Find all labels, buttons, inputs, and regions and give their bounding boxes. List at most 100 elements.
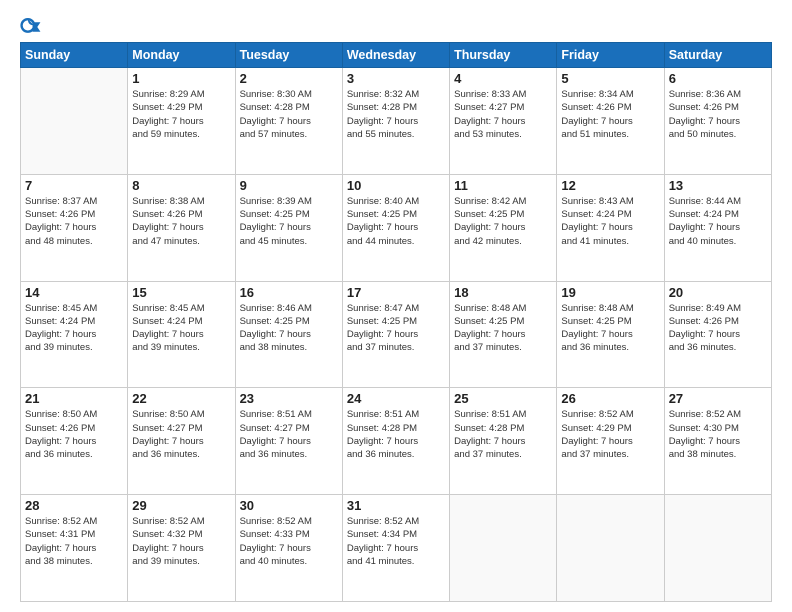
calendar-cell: 6 Sunrise: 8:36 AM Sunset: 4:26 PM Daylig… (664, 68, 771, 175)
calendar-cell: 13Sunrise: 8:44 AM Sunset: 4:24 PM Dayli… (664, 174, 771, 281)
calendar-cell: 10 Sunrise: 8:40 AM Sunset: 4:25 PM Dayli… (342, 174, 449, 281)
day-info: Sunrise: 8:48 AM Sunset: 4:25 PM Dayligh… (561, 302, 659, 355)
weekday-header-friday: Friday (557, 43, 664, 68)
day-number: 13 (669, 178, 767, 193)
calendar-cell: 2 Sunrise: 8:30 AM Sunset: 4:28 PM Daylig… (235, 68, 342, 175)
weekday-header-tuesday: Tuesday (235, 43, 342, 68)
day-info: Sunrise: 8:45 AM Sunset: 4:24 PM Dayligh… (25, 302, 123, 355)
calendar-cell: 14 Sunrise: 8:45 AM Sunset: 4:24 PM Dayli… (21, 281, 128, 388)
day-info: Sunrise: 8:51 AM Sunset: 4:27 PM Dayligh… (240, 408, 338, 461)
day-info: Sunrise: 8:30 AM Sunset: 4:28 PM Dayligh… (240, 88, 338, 141)
weekday-header-wednesday: Wednesday (342, 43, 449, 68)
calendar-cell: 27 Sunrise: 8:52 AM Sunset: 4:30 PM Dayli… (664, 388, 771, 495)
day-number: 1 (132, 71, 230, 86)
day-number: 18 (454, 285, 552, 300)
header (20, 16, 772, 38)
day-number: 2 (240, 71, 338, 86)
calendar-cell: 7Sunrise: 8:37 AM Sunset: 4:26 PM Daylig… (21, 174, 128, 281)
calendar-cell: 28 Sunrise: 8:52 AM Sunset: 4:31 PM Dayli… (21, 495, 128, 602)
day-info: Sunrise: 8:52 AM Sunset: 4:29 PM Dayligh… (561, 408, 659, 461)
calendar-cell: 12 Sunrise: 8:43 AM Sunset: 4:24 PM Dayli… (557, 174, 664, 281)
day-number: 10 (347, 178, 445, 193)
day-info: Sunrise: 8:46 AM Sunset: 4:25 PM Dayligh… (240, 302, 338, 355)
day-number: 5 (561, 71, 659, 86)
calendar-cell (450, 495, 557, 602)
day-number: 9 (240, 178, 338, 193)
day-number: 23 (240, 391, 338, 406)
day-number: 6 (669, 71, 767, 86)
calendar-cell: 5 Sunrise: 8:34 AM Sunset: 4:26 PM Daylig… (557, 68, 664, 175)
calendar-cell: 23 Sunrise: 8:51 AM Sunset: 4:27 PM Dayli… (235, 388, 342, 495)
day-number: 20 (669, 285, 767, 300)
calendar-cell: 29Sunrise: 8:52 AM Sunset: 4:32 PM Dayli… (128, 495, 235, 602)
day-number: 24 (347, 391, 445, 406)
day-info: Sunrise: 8:49 AM Sunset: 4:26 PM Dayligh… (669, 302, 767, 355)
calendar-cell: 8 Sunrise: 8:38 AM Sunset: 4:26 PM Daylig… (128, 174, 235, 281)
day-info: Sunrise: 8:33 AM Sunset: 4:27 PM Dayligh… (454, 88, 552, 141)
day-info: Sunrise: 8:51 AM Sunset: 4:28 PM Dayligh… (454, 408, 552, 461)
day-number: 28 (25, 498, 123, 513)
calendar-cell: 17 Sunrise: 8:47 AM Sunset: 4:25 PM Dayli… (342, 281, 449, 388)
day-info: Sunrise: 8:52 AM Sunset: 4:32 PM Dayligh… (132, 515, 230, 568)
calendar-table: SundayMondayTuesdayWednesdayThursdayFrid… (20, 42, 772, 602)
week-row-0: 1Sunrise: 8:29 AM Sunset: 4:29 PM Daylig… (21, 68, 772, 175)
weekday-header-thursday: Thursday (450, 43, 557, 68)
day-info: Sunrise: 8:34 AM Sunset: 4:26 PM Dayligh… (561, 88, 659, 141)
week-row-2: 14 Sunrise: 8:45 AM Sunset: 4:24 PM Dayli… (21, 281, 772, 388)
day-number: 17 (347, 285, 445, 300)
day-number: 25 (454, 391, 552, 406)
calendar-cell: 30Sunrise: 8:52 AM Sunset: 4:33 PM Dayli… (235, 495, 342, 602)
day-number: 12 (561, 178, 659, 193)
day-number: 4 (454, 71, 552, 86)
calendar-cell: 16Sunrise: 8:46 AM Sunset: 4:25 PM Dayli… (235, 281, 342, 388)
weekday-header-sunday: Sunday (21, 43, 128, 68)
day-info: Sunrise: 8:51 AM Sunset: 4:28 PM Dayligh… (347, 408, 445, 461)
logo-icon (20, 16, 42, 38)
weekday-header-row: SundayMondayTuesdayWednesdayThursdayFrid… (21, 43, 772, 68)
day-info: Sunrise: 8:52 AM Sunset: 4:34 PM Dayligh… (347, 515, 445, 568)
day-number: 19 (561, 285, 659, 300)
day-info: Sunrise: 8:43 AM Sunset: 4:24 PM Dayligh… (561, 195, 659, 248)
calendar-cell: 4 Sunrise: 8:33 AM Sunset: 4:27 PM Daylig… (450, 68, 557, 175)
calendar-cell: 9 Sunrise: 8:39 AM Sunset: 4:25 PM Daylig… (235, 174, 342, 281)
day-info: Sunrise: 8:50 AM Sunset: 4:26 PM Dayligh… (25, 408, 123, 461)
day-number: 8 (132, 178, 230, 193)
day-number: 26 (561, 391, 659, 406)
day-info: Sunrise: 8:52 AM Sunset: 4:30 PM Dayligh… (669, 408, 767, 461)
day-info: Sunrise: 8:36 AM Sunset: 4:26 PM Dayligh… (669, 88, 767, 141)
calendar-cell: 15Sunrise: 8:45 AM Sunset: 4:24 PM Dayli… (128, 281, 235, 388)
weekday-header-saturday: Saturday (664, 43, 771, 68)
day-info: Sunrise: 8:48 AM Sunset: 4:25 PM Dayligh… (454, 302, 552, 355)
calendar-cell: 11 Sunrise: 8:42 AM Sunset: 4:25 PM Dayli… (450, 174, 557, 281)
day-number: 27 (669, 391, 767, 406)
page: SundayMondayTuesdayWednesdayThursdayFrid… (0, 0, 792, 612)
day-info: Sunrise: 8:52 AM Sunset: 4:31 PM Dayligh… (25, 515, 123, 568)
day-number: 14 (25, 285, 123, 300)
calendar-cell: 24 Sunrise: 8:51 AM Sunset: 4:28 PM Dayli… (342, 388, 449, 495)
day-info: Sunrise: 8:47 AM Sunset: 4:25 PM Dayligh… (347, 302, 445, 355)
day-info: Sunrise: 8:42 AM Sunset: 4:25 PM Dayligh… (454, 195, 552, 248)
day-number: 11 (454, 178, 552, 193)
day-info: Sunrise: 8:52 AM Sunset: 4:33 PM Dayligh… (240, 515, 338, 568)
calendar-cell (557, 495, 664, 602)
logo (20, 16, 46, 38)
day-number: 22 (132, 391, 230, 406)
week-row-4: 28 Sunrise: 8:52 AM Sunset: 4:31 PM Dayli… (21, 495, 772, 602)
day-number: 7 (25, 178, 123, 193)
day-number: 21 (25, 391, 123, 406)
calendar-cell: 22Sunrise: 8:50 AM Sunset: 4:27 PM Dayli… (128, 388, 235, 495)
calendar-cell: 21 Sunrise: 8:50 AM Sunset: 4:26 PM Dayli… (21, 388, 128, 495)
calendar-cell (21, 68, 128, 175)
calendar-cell: 3Sunrise: 8:32 AM Sunset: 4:28 PM Daylig… (342, 68, 449, 175)
day-info: Sunrise: 8:32 AM Sunset: 4:28 PM Dayligh… (347, 88, 445, 141)
week-row-3: 21 Sunrise: 8:50 AM Sunset: 4:26 PM Dayli… (21, 388, 772, 495)
calendar-cell: 26 Sunrise: 8:52 AM Sunset: 4:29 PM Dayli… (557, 388, 664, 495)
day-info: Sunrise: 8:40 AM Sunset: 4:25 PM Dayligh… (347, 195, 445, 248)
day-info: Sunrise: 8:45 AM Sunset: 4:24 PM Dayligh… (132, 302, 230, 355)
weekday-header-monday: Monday (128, 43, 235, 68)
day-info: Sunrise: 8:38 AM Sunset: 4:26 PM Dayligh… (132, 195, 230, 248)
day-info: Sunrise: 8:39 AM Sunset: 4:25 PM Dayligh… (240, 195, 338, 248)
calendar-cell: 31Sunrise: 8:52 AM Sunset: 4:34 PM Dayli… (342, 495, 449, 602)
calendar-cell: 20 Sunrise: 8:49 AM Sunset: 4:26 PM Dayli… (664, 281, 771, 388)
calendar-cell: 1Sunrise: 8:29 AM Sunset: 4:29 PM Daylig… (128, 68, 235, 175)
